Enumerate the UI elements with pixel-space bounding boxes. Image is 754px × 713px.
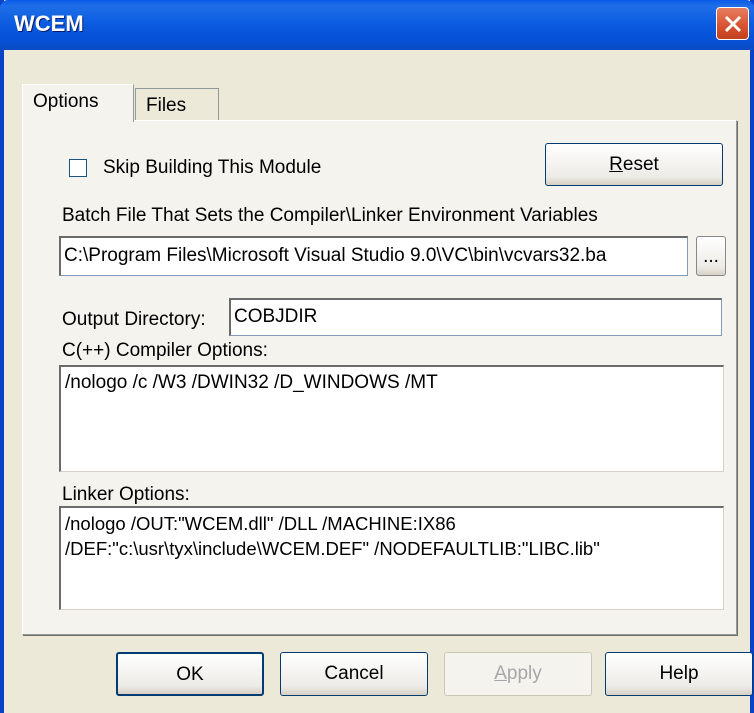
linker-options-label: Linker Options:: [62, 484, 190, 505]
tab-files-label: Files: [146, 95, 187, 116]
tab-files[interactable]: Files: [135, 88, 219, 124]
tab-options-label: Options: [33, 91, 99, 112]
close-button[interactable]: [716, 7, 749, 40]
cancel-button[interactable]: Cancel: [280, 652, 428, 696]
help-button[interactable]: Help: [605, 652, 753, 696]
tab-options[interactable]: Options: [22, 84, 134, 122]
linker-options-textarea[interactable]: /nologo /OUT:"WCEM.dll" /DLL /MACHINE:IX…: [59, 506, 724, 610]
compiler-options-text: /nologo /c /W3 /DWIN32 /D_WINDOWS /MT: [65, 372, 438, 393]
batch-file-input[interactable]: C:\Program Files\Microsoft Visual Studio…: [59, 236, 688, 276]
skip-build-label[interactable]: Skip Building This Module: [103, 157, 321, 179]
dialog-window: WCEM Files Options Skip Building This Mo…: [0, 0, 754, 713]
reset-accel: R: [609, 154, 623, 175]
ok-button[interactable]: OK: [116, 652, 264, 696]
linker-options-line-2: /DEF:"c:\usr\tyx\include\WCEM.DEF" /NODE…: [65, 538, 600, 559]
apply-button[interactable]: Apply: [444, 652, 592, 696]
close-icon: [724, 15, 742, 33]
output-dir-label: Output Directory:: [62, 309, 206, 330]
linker-options-line-1: /nologo /OUT:"WCEM.dll" /DLL /MACHINE:IX…: [65, 513, 456, 534]
browse-button[interactable]: ...: [696, 236, 726, 276]
output-dir-input[interactable]: COBJDIR: [229, 298, 722, 336]
batch-file-label: Batch File That Sets the Compiler\Linker…: [62, 205, 598, 226]
reset-button[interactable]: Reset: [545, 143, 723, 186]
apply-label: pply: [506, 663, 542, 684]
skip-build-checkbox[interactable]: [69, 159, 87, 177]
compiler-options-textarea[interactable]: /nologo /c /W3 /DWIN32 /D_WINDOWS /MT: [59, 365, 724, 472]
compiler-options-label: C(++) Compiler Options:: [62, 340, 268, 361]
title-bar[interactable]: WCEM: [0, 0, 754, 50]
window-title: WCEM: [14, 11, 84, 36]
reset-label: eset: [622, 154, 659, 175]
apply-accel: A: [494, 663, 507, 684]
